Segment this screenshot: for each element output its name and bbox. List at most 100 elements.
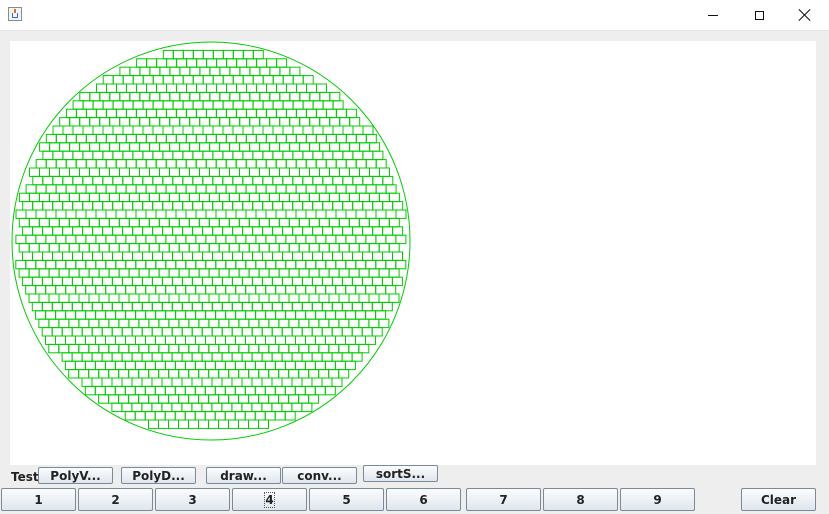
grid-cell: [112, 251, 123, 261]
button-2[interactable]: 2: [78, 488, 153, 511]
grid-cell: [151, 327, 163, 337]
grid-cell: [305, 133, 317, 144]
grid-cell: [205, 209, 217, 219]
grid-cell: [251, 377, 263, 387]
grid-cell: [191, 377, 203, 387]
grid-cell: [311, 352, 323, 362]
grid-cell: [351, 276, 363, 287]
grid-cell: [85, 133, 97, 144]
grid-cell: [192, 150, 204, 161]
grid-cell: [242, 100, 254, 110]
grid-cell: [255, 184, 267, 194]
grid-cell: [175, 159, 187, 169]
grid-cell: [81, 352, 93, 362]
grid-cell: [241, 402, 253, 413]
grid-cell: [65, 209, 77, 219]
grid-cell: [51, 327, 63, 337]
grid-cell: [235, 234, 247, 245]
button-9[interactable]: 9: [620, 488, 695, 511]
grid-cell: [368, 293, 380, 303]
grid-cell: [258, 192, 270, 203]
grid-cell: [55, 159, 67, 169]
grid-cell: [319, 142, 331, 152]
polyv-button[interactable]: PolyV...: [38, 467, 113, 484]
grid-cell: [139, 142, 151, 152]
grid-cell: [125, 234, 137, 245]
grid-cell: [382, 175, 394, 186]
grid-cell: [212, 75, 224, 85]
button-7[interactable]: 7: [466, 488, 541, 511]
grid-cell: [261, 301, 273, 312]
grid-cell: [71, 301, 83, 312]
drawing-canvas[interactable]: [10, 41, 816, 465]
grid-cell: [274, 360, 286, 371]
grid-cell: [271, 301, 283, 312]
maximize-button[interactable]: [736, 0, 782, 30]
button-1[interactable]: 1: [1, 488, 76, 511]
grid-cell: [144, 385, 156, 396]
grid-cell: [228, 217, 240, 228]
button-5[interactable]: 5: [309, 488, 384, 511]
close-button[interactable]: [782, 0, 828, 30]
polyd-button[interactable]: PolyD...: [121, 467, 196, 484]
java-cup-icon[interactable]: [8, 7, 22, 21]
minimize-button[interactable]: [690, 0, 736, 30]
grid-cell: [209, 142, 221, 152]
grid-cell: [142, 251, 153, 261]
grid-cell: [85, 285, 97, 295]
grid-cell: [118, 394, 130, 404]
grid-cell: [109, 167, 120, 177]
grid-cell: [79, 91, 91, 102]
clear-button[interactable]: Clear: [741, 488, 816, 511]
grid-cell: [55, 234, 67, 245]
grid-cell: [339, 167, 350, 177]
grid-cell: [165, 310, 177, 320]
grid-cell: [301, 327, 313, 337]
polyv-button-label: PolyV...: [50, 468, 101, 483]
grid-cell: [48, 192, 60, 203]
button-4[interactable]: 4: [232, 488, 307, 511]
grid-cell: [241, 301, 253, 312]
grid-cell: [172, 150, 184, 161]
sorts-button[interactable]: sortS...: [363, 465, 438, 482]
grid-cell: [365, 310, 377, 320]
grid-cell: [269, 142, 281, 152]
grid-cell: [82, 125, 94, 135]
conv-button[interactable]: conv...: [282, 467, 357, 484]
grid-cell: [198, 217, 210, 228]
grid-cell: [42, 175, 54, 186]
grid-cell: [176, 83, 187, 93]
button-6[interactable]: 6: [386, 488, 461, 511]
grid-cell: [285, 133, 297, 144]
grid-cell: [238, 243, 250, 253]
grid-cell: [65, 259, 77, 270]
button-8[interactable]: 8: [543, 488, 618, 511]
grid-cell: [246, 83, 257, 93]
grid-cell: [178, 268, 190, 278]
grid-cell: [261, 402, 273, 413]
grid-cell: [368, 318, 380, 329]
grid-cell: [264, 411, 276, 421]
grid-cell: [261, 377, 273, 387]
draw-button[interactable]: draw...: [206, 467, 281, 484]
grid-cell: [52, 175, 64, 186]
grid-cell: [82, 226, 94, 236]
grid-cell: [45, 285, 57, 295]
grid-cell: [72, 125, 84, 135]
grid-cell: [99, 117, 111, 127]
grid-cell: [182, 125, 194, 135]
grid-cell: [395, 234, 407, 245]
grid-cell: [292, 75, 304, 85]
grid-cell: [304, 360, 316, 371]
grid-cell: [158, 243, 170, 253]
grid-cell: [255, 209, 267, 219]
grid-cell: [128, 369, 140, 379]
grid-cell: [179, 66, 191, 77]
grid-cell: [204, 385, 216, 396]
grid-cell: [189, 167, 200, 177]
button-3[interactable]: 3: [155, 488, 230, 511]
grid-cell: [108, 343, 120, 354]
grid-cell: [368, 268, 380, 278]
grid-cell: [138, 394, 150, 404]
grid-cell: [115, 310, 127, 320]
